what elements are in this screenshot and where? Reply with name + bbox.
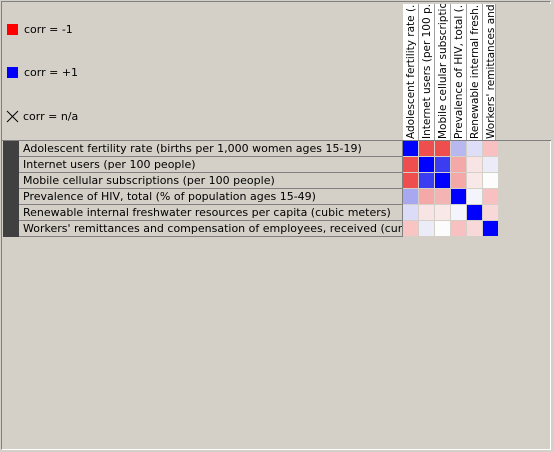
cross-icon [6, 110, 19, 122]
column-header-label: Renewable internal fresh... [469, 4, 481, 139]
correlation-cell[interactable] [451, 157, 467, 173]
correlation-cell[interactable] [419, 221, 435, 237]
correlation-cell[interactable] [435, 221, 451, 237]
row-handle[interactable] [3, 141, 19, 157]
row-handle[interactable] [3, 221, 19, 237]
column-header[interactable]: Mobile cellular subscriptio... [435, 4, 451, 141]
correlation-cell[interactable] [435, 157, 451, 173]
row-label: Adolescent fertility rate (births per 1,… [19, 141, 403, 157]
correlation-cell[interactable] [419, 157, 435, 173]
column-header-label: Internet users (per 100 p... [421, 4, 433, 139]
correlation-cell[interactable] [483, 205, 499, 221]
correlation-cell[interactable] [467, 141, 483, 157]
legend-negative-label: corr = -1 [24, 22, 73, 36]
correlation-cell[interactable] [451, 205, 467, 221]
legend-positive: corr = +1 [7, 65, 78, 79]
correlation-cell[interactable] [483, 221, 499, 237]
legend-negative: corr = -1 [7, 22, 73, 36]
row-handle[interactable] [3, 173, 19, 189]
column-header[interactable]: Renewable internal fresh... [467, 4, 483, 141]
correlation-cell[interactable] [403, 189, 419, 205]
correlation-cell[interactable] [467, 157, 483, 173]
correlation-cell[interactable] [467, 205, 483, 221]
correlation-cell[interactable] [451, 173, 467, 189]
correlation-cell[interactable] [435, 173, 451, 189]
row-label: Renewable internal freshwater resources … [19, 205, 403, 221]
column-header[interactable]: Prevalence of HIV, total (... [451, 4, 467, 141]
correlation-cell[interactable] [483, 189, 499, 205]
row-handle[interactable] [3, 189, 19, 205]
correlation-cell[interactable] [435, 205, 451, 221]
correlation-cell[interactable] [419, 173, 435, 189]
correlation-cell[interactable] [419, 205, 435, 221]
matrix-row[interactable]: Internet users (per 100 people) [3, 157, 499, 173]
correlation-cell[interactable] [483, 141, 499, 157]
column-header-label: Prevalence of HIV, total (... [453, 4, 465, 139]
correlation-cell[interactable] [419, 141, 435, 157]
row-label: Workers' remittances and compensation of… [19, 221, 403, 237]
matrix-row[interactable]: Workers' remittances and compensation of… [3, 221, 499, 237]
legend-positive-swatch [7, 66, 18, 78]
correlation-cell[interactable] [403, 205, 419, 221]
row-label: Mobile cellular subscriptions (per 100 p… [19, 173, 403, 189]
matrix-row[interactable]: Renewable internal freshwater resources … [3, 205, 499, 221]
correlation-cell[interactable] [419, 189, 435, 205]
matrix-row[interactable]: Adolescent fertility rate (births per 1,… [3, 141, 499, 157]
correlation-cell[interactable] [483, 173, 499, 189]
header-filler [495, 4, 551, 141]
column-header[interactable]: Adolescent fertility rate (... [403, 4, 419, 141]
legend-na-label: corr = n/a [23, 109, 79, 123]
row-handle[interactable] [3, 205, 19, 221]
correlation-cell[interactable] [435, 141, 451, 157]
correlation-cell[interactable] [435, 189, 451, 205]
correlation-cell[interactable] [403, 173, 419, 189]
row-label: Internet users (per 100 people) [19, 157, 403, 173]
correlation-cell[interactable] [467, 173, 483, 189]
correlation-matrix-pane: corr = -1 corr = +1 corr = n/a Adolescen… [1, 1, 551, 450]
correlation-cell[interactable] [451, 141, 467, 157]
row-label: Prevalence of HIV, total (% of populatio… [19, 189, 403, 205]
legend-negative-swatch [7, 23, 18, 35]
column-header-label: Mobile cellular subscriptio... [437, 4, 449, 139]
correlation-cell[interactable] [451, 221, 467, 237]
correlation-cell[interactable] [403, 157, 419, 173]
correlation-cell[interactable] [403, 221, 419, 237]
legend-positive-label: corr = +1 [24, 65, 79, 79]
row-handle[interactable] [3, 157, 19, 173]
correlation-cell[interactable] [451, 189, 467, 205]
matrix-row[interactable]: Mobile cellular subscriptions (per 100 p… [3, 173, 499, 189]
matrix-row[interactable]: Prevalence of HIV, total (% of populatio… [3, 189, 499, 205]
legend-na: corr = n/a [6, 109, 79, 123]
column-header-label: Adolescent fertility rate (... [405, 4, 417, 139]
correlation-cell[interactable] [467, 189, 483, 205]
correlation-cell[interactable] [483, 157, 499, 173]
column-header[interactable]: Internet users (per 100 p... [419, 4, 435, 141]
correlation-cell[interactable] [467, 221, 483, 237]
correlation-cell[interactable] [403, 141, 419, 157]
